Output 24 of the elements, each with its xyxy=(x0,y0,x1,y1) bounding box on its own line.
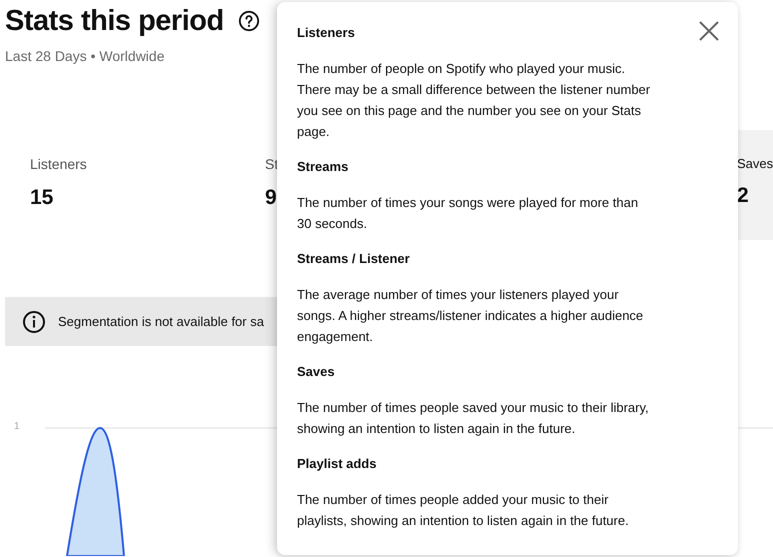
notice-text: Segmentation is not available for sa xyxy=(58,314,264,329)
stat-value: 9 xyxy=(265,186,277,210)
section-title: Listeners xyxy=(297,24,356,42)
stat-label: St xyxy=(265,156,278,172)
section-text: The number of times your songs were played for more than 30 seconds. xyxy=(297,194,640,233)
close-button[interactable] xyxy=(699,21,719,41)
stat-label: Saves xyxy=(737,156,773,171)
close-icon xyxy=(699,21,719,41)
period-subtitle: Last 28 Days • Worldwide xyxy=(4,47,166,64)
stat-value: 2 xyxy=(737,184,749,208)
axis-tick-label: 1 xyxy=(13,421,21,432)
section-text: The average number of times your listeners played your songs. A higher streams/listener indicates a higher audience engagement. xyxy=(297,286,644,346)
section-title: Streams xyxy=(297,158,350,176)
section-text: The number of times people saved your music to their library, showing an intention to listen again in the future. xyxy=(297,399,650,438)
section-title: Playlist adds xyxy=(297,455,378,473)
section-text: The number of people on Spotify who played your music. There may be a small difference between the listener number you see on this page and the number you see on your Stats page. xyxy=(297,60,652,141)
section-text: The number of times people added your music to their playlists, showing an intention to listen again in the future. xyxy=(297,491,630,530)
section-title: Streams / Listener xyxy=(297,250,411,268)
info-icon xyxy=(22,310,46,334)
page-title: Stats this period xyxy=(5,4,224,39)
stat-label: Listeners xyxy=(30,156,87,172)
section-title: Saves xyxy=(297,363,336,381)
help-icon[interactable] xyxy=(238,10,260,32)
stat-value: 15 xyxy=(30,186,54,210)
